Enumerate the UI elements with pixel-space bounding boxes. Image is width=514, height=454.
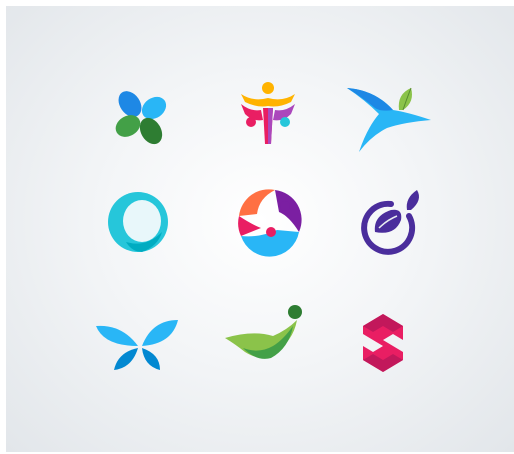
circle-people-logo [223, 176, 313, 266]
bird-leaf-logo [345, 72, 435, 162]
swoosh-runner-logo [223, 296, 313, 386]
clover-propeller-logo [96, 72, 186, 162]
ring-logo [96, 176, 186, 266]
logo-board [6, 6, 514, 452]
people-group-logo [223, 72, 313, 162]
seed-leaf-ring-logo [345, 176, 435, 266]
butterfly-logo [96, 296, 186, 386]
s-hexagon-logo [345, 296, 435, 386]
